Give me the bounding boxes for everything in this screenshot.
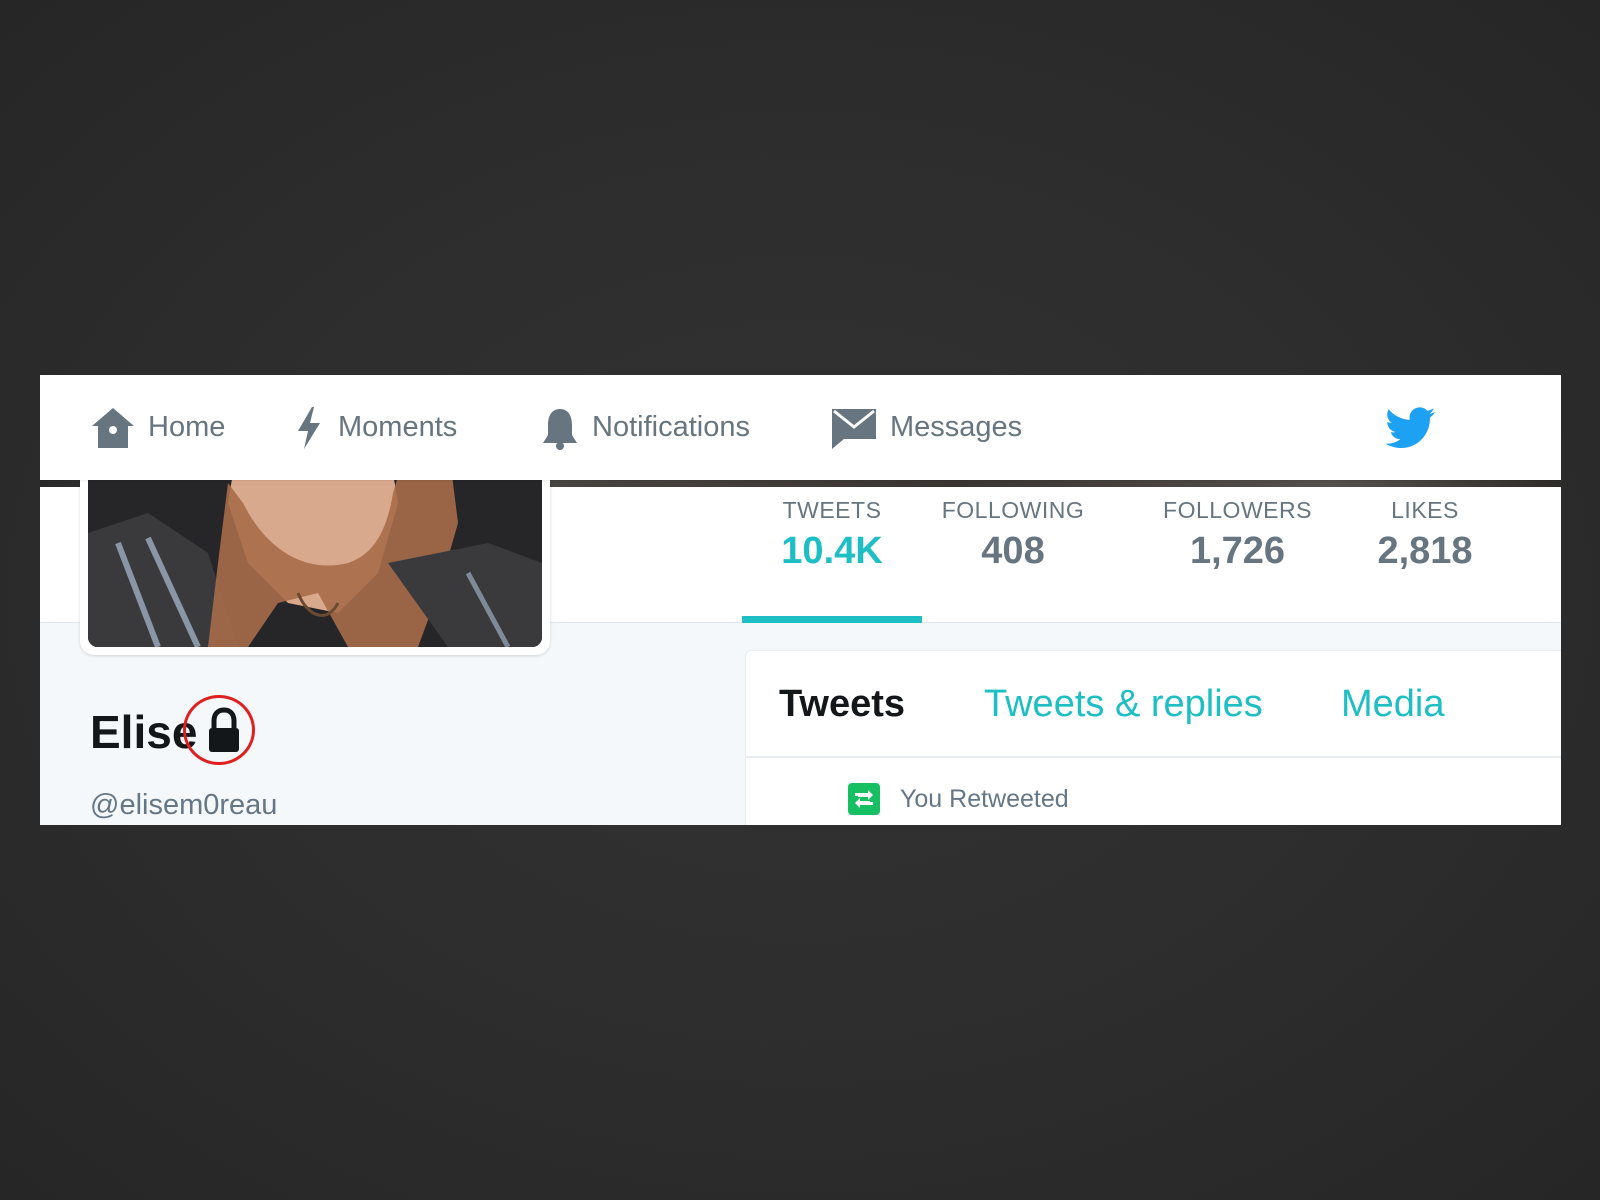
twitter-bird-icon[interactable]	[1386, 405, 1436, 451]
home-icon	[92, 407, 134, 448]
twitter-profile-screenshot: Home Moments Notifications Messages TWEE…	[40, 375, 1561, 825]
stat-likes-value: 2,818	[1377, 530, 1473, 572]
stat-tweets[interactable]: TWEETS 10.4K	[742, 497, 922, 573]
stat-followers-label: FOLLOWERS	[1163, 497, 1312, 523]
nav-notifications[interactable]: Notifications	[540, 375, 750, 480]
stat-following-label: FOLLOWING	[941, 497, 1085, 523]
stat-following[interactable]: FOLLOWING 408	[928, 497, 1098, 573]
profile-handle: @elisem0reau	[90, 789, 278, 821]
retweet-context: You Retweeted	[848, 783, 1069, 815]
retweet-icon	[848, 783, 880, 815]
tab-tweets[interactable]: Tweets	[779, 683, 905, 726]
nav-messages-label: Messages	[890, 411, 1023, 443]
lock-highlight-circle	[183, 695, 255, 765]
envelope-icon	[832, 408, 876, 449]
nav-moments[interactable]: Moments	[292, 375, 457, 480]
stat-likes[interactable]: LIKES 2,818	[1360, 497, 1490, 573]
stat-likes-label: LIKES	[1391, 497, 1459, 523]
top-navigation: Home Moments Notifications Messages	[40, 375, 1561, 480]
nav-moments-label: Moments	[338, 411, 458, 443]
stat-followers[interactable]: FOLLOWERS 1,726	[1145, 497, 1330, 573]
stat-following-value: 408	[981, 530, 1045, 572]
nav-messages[interactable]: Messages	[830, 375, 1022, 480]
nav-home[interactable]: Home	[90, 375, 225, 480]
retweet-label: You Retweeted	[900, 784, 1069, 813]
stat-tweets-label: TWEETS	[782, 497, 882, 523]
lightning-icon	[298, 406, 320, 449]
nav-notifications-label: Notifications	[592, 411, 750, 443]
profile-name: Elise	[90, 706, 198, 758]
tab-tweets-and-replies[interactable]: Tweets & replies	[984, 683, 1263, 726]
stat-followers-value: 1,726	[1189, 530, 1286, 572]
active-stat-underline	[742, 616, 922, 623]
tab-media[interactable]: Media	[1341, 683, 1445, 726]
timeline-card: Tweets Tweets & replies Media You Retwee…	[745, 650, 1561, 825]
stat-tweets-value: 10.4K	[781, 530, 883, 572]
timeline-tabs: Tweets Tweets & replies Media	[746, 651, 1561, 758]
nav-home-label: Home	[148, 411, 226, 443]
bell-icon	[543, 408, 577, 450]
